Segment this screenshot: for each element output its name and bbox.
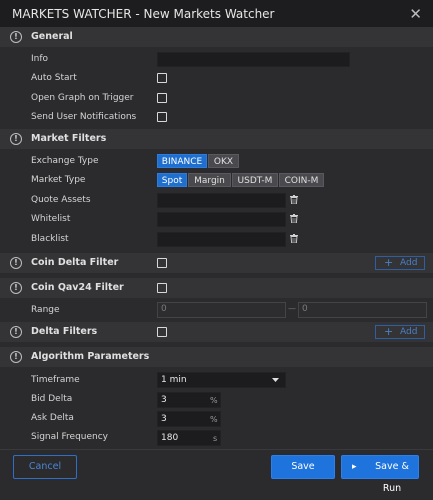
range-min-placeholder: 0 <box>161 304 167 314</box>
range-max-placeholder: 0 <box>302 304 308 314</box>
trash-icon[interactable] <box>290 214 298 223</box>
coin-delta-checkbox[interactable] <box>157 258 167 268</box>
exchange-type-label: Exchange Type <box>31 156 99 166</box>
section-general[interactable]: ! General <box>0 27 433 47</box>
dialog-footer: Cancel Save ▸ Save & Run <box>0 449 433 494</box>
exchange-okx[interactable]: OKX <box>208 154 239 168</box>
timeframe-select[interactable]: 1 min <box>157 372 286 388</box>
auto-start-checkbox[interactable] <box>157 73 167 83</box>
range-min-input[interactable]: 0 <box>157 302 286 318</box>
window-title: MARKETS WATCHER - New Markets Watcher <box>12 7 275 21</box>
bid-delta-input[interactable]: 3 % <box>157 392 221 408</box>
add-label: Add <box>400 258 418 268</box>
section-algorithm-parameters[interactable]: ! Algorithm Parameters <box>0 347 433 367</box>
plus-icon: + <box>384 325 394 338</box>
bid-delta-label: Bid Delta <box>31 394 73 404</box>
delta-filters-checkbox[interactable] <box>157 327 167 337</box>
coin-qav-checkbox[interactable] <box>157 283 167 293</box>
section-coin-delta-filter[interactable]: ! Coin Delta Filter + Add <box>0 253 433 273</box>
section-coin-qav24-filter[interactable]: ! Coin Qav24 Filter <box>0 278 433 298</box>
range-max-input[interactable]: 0 <box>298 302 427 318</box>
close-icon[interactable]: ✕ <box>409 5 422 23</box>
whitelist-input[interactable] <box>157 212 286 227</box>
cancel-button[interactable]: Cancel <box>13 455 77 479</box>
info-icon: ! <box>10 351 22 363</box>
info-icon: ! <box>10 282 22 294</box>
section-market-filters[interactable]: ! Market Filters <box>0 129 433 149</box>
timeframe-value: 1 min <box>161 375 187 385</box>
market-type-margin[interactable]: Margin <box>188 173 231 187</box>
market-type-spot[interactable]: Spot <box>157 173 187 187</box>
section-title-coin-delta: Coin Delta Filter <box>31 257 119 268</box>
plus-icon: + <box>384 256 394 269</box>
section-title-delta-filters: Delta Filters <box>31 326 98 337</box>
signal-frequency-value: 180 <box>161 433 179 443</box>
chevron-down-icon <box>272 378 279 382</box>
add-coin-delta-button[interactable]: + Add <box>375 256 425 270</box>
notifications-checkbox[interactable] <box>157 112 167 122</box>
signal-frequency-label: Signal Frequency <box>31 432 109 442</box>
market-type-usdt-m[interactable]: USDT-M <box>232 173 278 187</box>
signal-frequency-unit: s <box>213 434 218 443</box>
info-icon: ! <box>10 31 22 43</box>
open-graph-checkbox[interactable] <box>157 93 167 103</box>
ask-delta-label: Ask Delta <box>31 413 74 423</box>
market-type-coin-m[interactable]: COIN-M <box>279 173 324 187</box>
market-type-label: Market Type <box>31 175 86 185</box>
range-separator: — <box>288 304 296 313</box>
bid-delta-value: 3 <box>161 395 167 405</box>
info-icon: ! <box>10 133 22 145</box>
ask-delta-unit: % <box>210 415 218 424</box>
section-delta-filters[interactable]: ! Delta Filters + Add <box>0 322 433 342</box>
open-graph-label: Open Graph on Trigger <box>31 93 134 103</box>
exchange-binance[interactable]: BINANCE <box>157 154 207 168</box>
save-button[interactable]: Save <box>271 455 335 479</box>
add-delta-filter-button[interactable]: + Add <box>375 325 425 339</box>
whitelist-label: Whitelist <box>31 214 71 224</box>
info-label: Info <box>31 54 49 64</box>
markets-watcher-dialog: MARKETS WATCHER - New Markets Watcher ✕ … <box>0 0 433 494</box>
ask-delta-input[interactable]: 3 % <box>157 411 221 427</box>
play-icon: ▸ <box>352 462 357 472</box>
blacklist-label: Blacklist <box>31 234 69 244</box>
notifications-label: Send User Notifications <box>31 112 137 122</box>
section-title-coin-qav: Coin Qav24 Filter <box>31 282 124 293</box>
info-icon: ! <box>10 326 22 338</box>
section-title-market-filters: Market Filters <box>31 133 107 144</box>
ask-delta-value: 3 <box>161 414 167 424</box>
info-icon: ! <box>10 257 22 269</box>
range-label: Range <box>31 305 60 315</box>
auto-start-label: Auto Start <box>31 73 77 83</box>
save-and-run-button[interactable]: ▸ Save & Run <box>341 455 419 494</box>
bid-delta-unit: % <box>210 396 218 405</box>
title-bar: MARKETS WATCHER - New Markets Watcher ✕ <box>0 0 433 28</box>
blacklist-input[interactable] <box>157 232 286 247</box>
signal-frequency-input[interactable]: 180 s <box>157 430 221 446</box>
save-and-run-label: Save & Run <box>375 461 409 494</box>
section-title-general: General <box>31 31 73 42</box>
quote-assets-input[interactable] <box>157 193 286 208</box>
quote-assets-label: Quote Assets <box>31 195 91 205</box>
info-input[interactable] <box>157 52 350 67</box>
timeframe-label: Timeframe <box>31 375 80 385</box>
add-label: Add <box>400 327 418 337</box>
section-title-algorithm: Algorithm Parameters <box>31 351 150 362</box>
trash-icon[interactable] <box>290 195 298 204</box>
trash-icon[interactable] <box>290 234 298 243</box>
